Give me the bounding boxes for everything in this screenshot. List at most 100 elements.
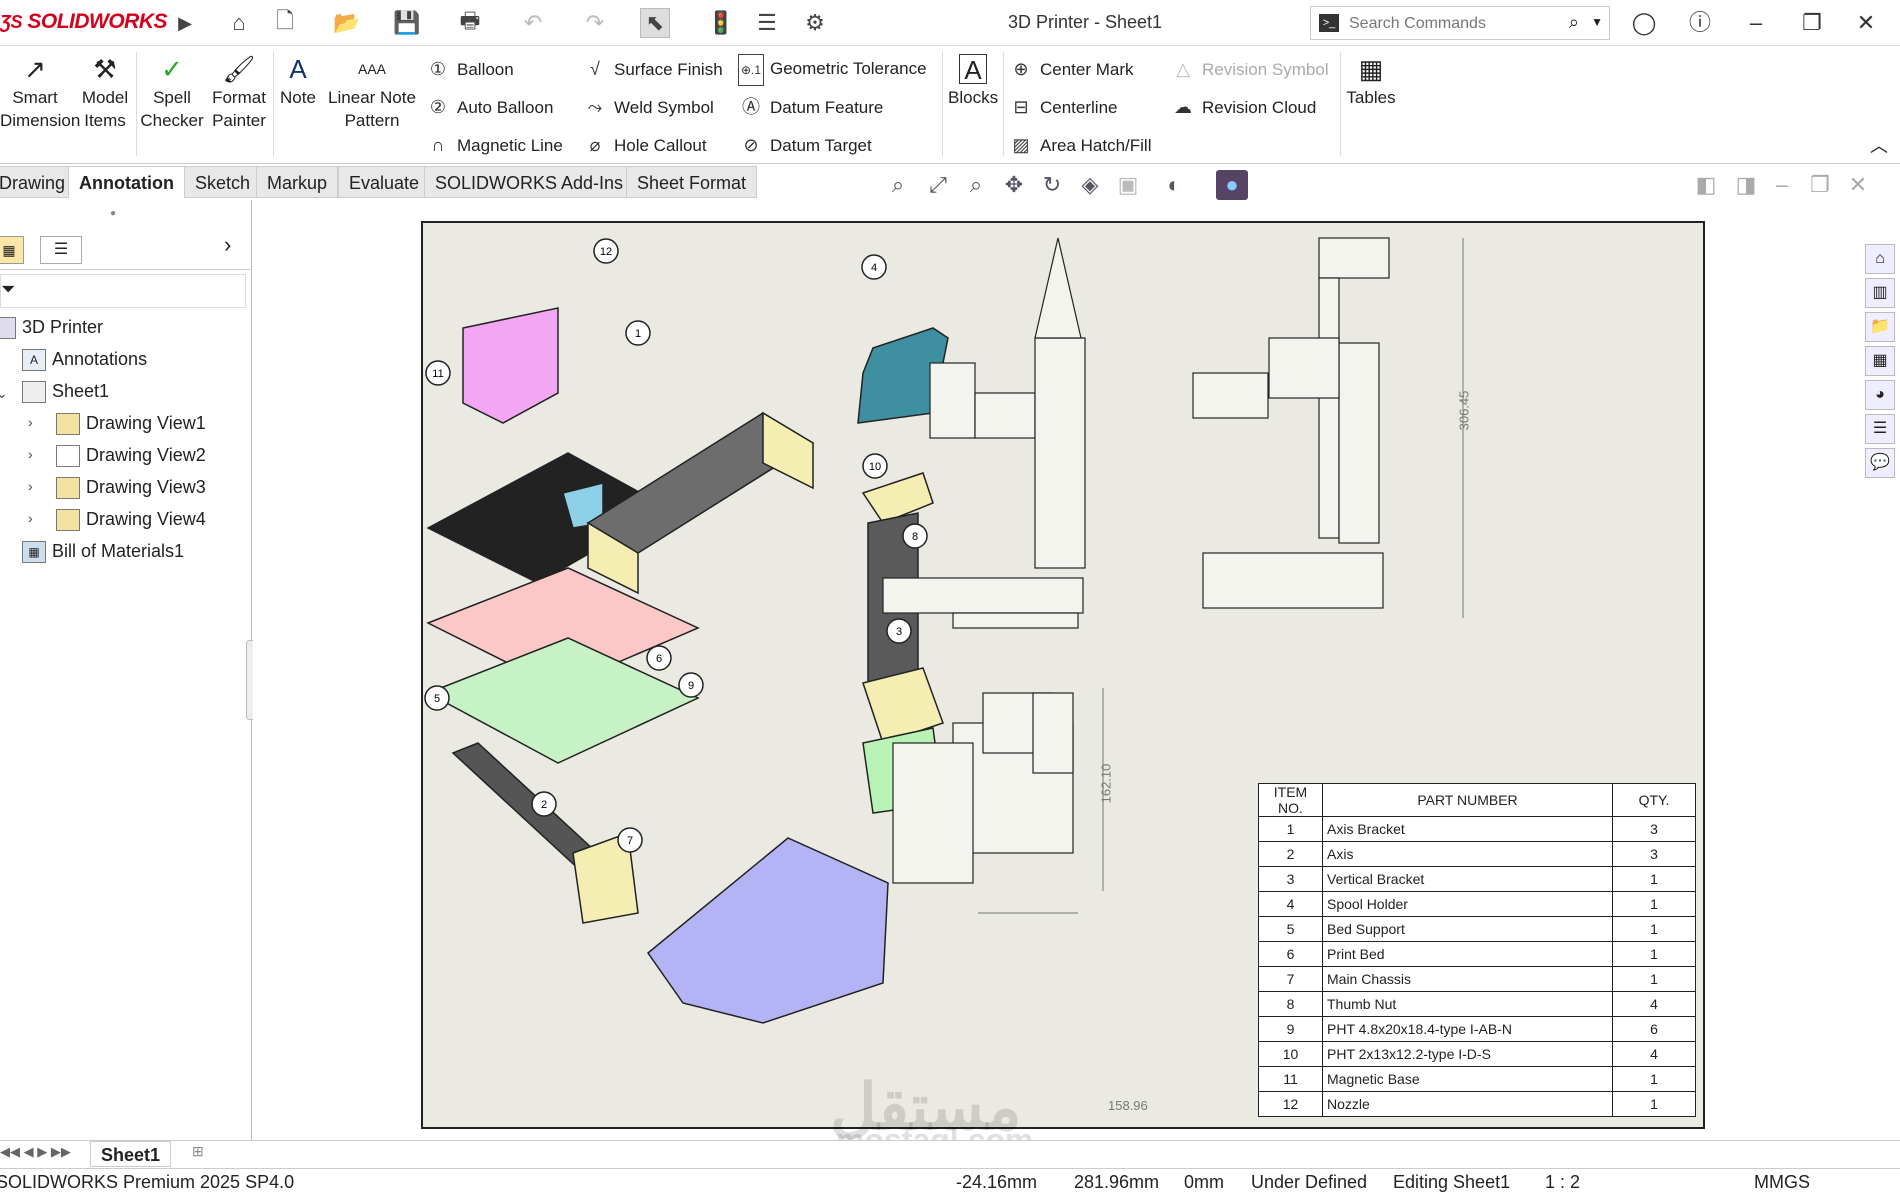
- linear-note-pattern-button[interactable]: AAA Linear Note Pattern: [322, 54, 422, 132]
- close-icon[interactable]: ✕: [1848, 6, 1884, 40]
- tab-drawing[interactable]: Drawing: [0, 166, 77, 198]
- table-row[interactable]: 6 Print Bed 1: [1258, 941, 1696, 967]
- feature-tree-tab-icon[interactable]: ▦: [0, 236, 24, 264]
- search-dropdown-icon[interactable]: ▼: [1591, 15, 1603, 29]
- datum-feature-button[interactable]: Ⓐ Datum Feature: [738, 92, 883, 122]
- tab-add-ins[interactable]: SOLIDWORKS Add-Ins: [424, 166, 635, 198]
- collapse-arrow-icon[interactable]: ⌄: [0, 385, 8, 402]
- table-row[interactable]: 2 Axis 3: [1258, 841, 1696, 867]
- forum-icon[interactable]: 💬: [1865, 448, 1895, 478]
- magnetic-line-button[interactable]: ∩ Magnetic Line: [425, 130, 563, 160]
- table-row[interactable]: 4 Spool Holder 1: [1258, 891, 1696, 917]
- tab-annotation[interactable]: Annotation: [68, 166, 185, 198]
- table-row[interactable]: 3 Vertical Bracket 1: [1258, 866, 1696, 892]
- save-icon[interactable]: 💾: [392, 8, 422, 38]
- file-explorer-icon[interactable]: 📁: [1865, 312, 1895, 342]
- balloon-button[interactable]: ① Balloon: [425, 54, 514, 84]
- bill-of-materials-table[interactable]: ITEM NO. PART NUMBER QTY. 1 Axis Bracket 3…: [1258, 783, 1696, 1117]
- table-row[interactable]: 9 PHT 4.8x20x18.4-type I-AB-N 6: [1258, 1016, 1696, 1042]
- new-document-icon[interactable]: 🗋: [270, 8, 300, 38]
- tree-root[interactable]: 3D Printer: [0, 312, 103, 342]
- table-row[interactable]: 12 Nozzle 1: [1258, 1091, 1696, 1117]
- expand-arrow-icon[interactable]: ›: [28, 446, 33, 462]
- tab-markup[interactable]: Markup: [256, 166, 339, 198]
- format-painter-button[interactable]: 🖌 Format Painter: [208, 54, 270, 132]
- hole-callout-button[interactable]: ⌀ Hole Callout: [582, 130, 707, 160]
- user-account-icon[interactable]: ◯: [1626, 6, 1662, 40]
- doc-restore-icon[interactable]: ❐: [1804, 170, 1836, 200]
- hide-show-icon[interactable]: ◐: [1158, 170, 1190, 200]
- smart-dimension-button[interactable]: ↗ Smart Dimension: [0, 54, 80, 132]
- search-commands-field[interactable]: >_ Search Commands ⌕ ▼: [1310, 6, 1610, 40]
- status-units[interactable]: MMGS: [1754, 1172, 1810, 1193]
- dimension-height-2[interactable]: 162.10: [1098, 764, 1113, 804]
- table-row[interactable]: 10 PHT 2x13x12.2-type I-D-S 4: [1258, 1041, 1696, 1067]
- tree-filter[interactable]: ⏷: [0, 274, 246, 308]
- status-scale[interactable]: 1 : 2: [1545, 1172, 1580, 1193]
- spell-checker-button[interactable]: ✓ Spell Checker: [138, 54, 206, 132]
- help-icon[interactable]: ⓘ: [1682, 6, 1718, 40]
- redo-icon[interactable]: ↷: [580, 8, 610, 38]
- expand-arrow-icon[interactable]: ›: [28, 478, 33, 494]
- property-manager-tab-icon[interactable]: ☰: [40, 236, 82, 264]
- datum-target-button[interactable]: ⊘ Datum Target: [738, 130, 871, 160]
- panel-expand-icon[interactable]: ›: [224, 232, 231, 258]
- revision-symbol-button[interactable]: △ Revision Symbol: [1170, 54, 1329, 84]
- home-icon[interactable]: ⌂: [224, 8, 254, 38]
- dimension-height[interactable]: 306.45: [1456, 391, 1471, 431]
- panel-grip-icon[interactable]: ●: [110, 208, 116, 219]
- tile-left-icon[interactable]: ◧: [1690, 170, 1722, 200]
- solidworks-logo[interactable]: ƷS SOLIDWORKS: [0, 10, 168, 34]
- appearances-icon[interactable]: ◕: [1865, 380, 1895, 410]
- tab-evaluate[interactable]: Evaluate: [338, 166, 431, 198]
- add-sheet-icon[interactable]: ⊞: [192, 1143, 204, 1160]
- table-row[interactable]: 8 Thumb Nut 4: [1258, 991, 1696, 1017]
- collapse-ribbon-icon[interactable]: ︿: [1870, 132, 1888, 158]
- table-row[interactable]: 7 Main Chassis 1: [1258, 966, 1696, 992]
- geometric-tolerance-button[interactable]: ⊕.1 Geometric Tolerance: [738, 54, 927, 86]
- restore-icon[interactable]: ❐: [1794, 6, 1830, 40]
- view-orientation-icon[interactable]: ▣: [1112, 170, 1144, 200]
- display-style-icon[interactable]: ◈: [1074, 170, 1106, 200]
- table-row[interactable]: 1 Axis Bracket 3: [1258, 816, 1696, 842]
- minimize-icon[interactable]: –: [1738, 6, 1774, 40]
- sheet-tab-sheet1[interactable]: Sheet1: [90, 1141, 172, 1167]
- tree-annotations[interactable]: A Annotations: [22, 344, 147, 374]
- dimension-width[interactable]: 158.96: [1108, 1098, 1148, 1113]
- tree-drawing-view-4[interactable]: Drawing View4: [56, 504, 206, 534]
- sheet-nav-icon[interactable]: ◀◀ ◀ ▶ ▶▶: [0, 1144, 71, 1160]
- zoom-previous-icon[interactable]: ⌕: [960, 170, 992, 200]
- tree-drawing-view-3[interactable]: Drawing View3: [56, 472, 206, 502]
- expand-arrow-icon[interactable]: ›: [28, 510, 33, 526]
- appearance-icon[interactable]: ●: [1216, 170, 1248, 200]
- search-icon[interactable]: ⌕: [1569, 12, 1579, 33]
- tree-sheet[interactable]: Sheet1: [22, 376, 109, 406]
- rotate-icon[interactable]: ↻: [1036, 170, 1068, 200]
- model-items-button[interactable]: ⚒ Model Items: [75, 54, 135, 132]
- doc-close-icon[interactable]: ✕: [1842, 170, 1874, 200]
- resources-home-icon[interactable]: ⌂: [1865, 244, 1895, 274]
- centerline-button[interactable]: ⊟ Centerline: [1008, 92, 1117, 122]
- undo-icon[interactable]: ↶: [518, 8, 548, 38]
- note-button[interactable]: A Note: [276, 54, 320, 109]
- options-gear-icon[interactable]: ⚙: [800, 8, 830, 38]
- blocks-button[interactable]: A Blocks: [948, 54, 998, 109]
- revision-cloud-button[interactable]: ☁ Revision Cloud: [1170, 92, 1316, 122]
- tree-bill-of-materials[interactable]: ▦ Bill of Materials1: [22, 536, 184, 566]
- view-palette-icon[interactable]: ▦: [1865, 346, 1895, 376]
- zoom-to-fit-icon[interactable]: ⌕: [882, 170, 914, 200]
- print-icon[interactable]: 🖶: [455, 8, 485, 38]
- center-mark-button[interactable]: ⊕ Center Mark: [1008, 54, 1133, 84]
- zoom-to-area-icon[interactable]: ⤢: [922, 170, 954, 200]
- tables-button[interactable]: ▦ Tables: [1346, 54, 1396, 109]
- tab-sketch[interactable]: Sketch: [184, 166, 262, 198]
- area-hatch-fill-button[interactable]: ▨ Area Hatch/Fill: [1008, 130, 1151, 160]
- rebuild-icon[interactable]: 🚦: [706, 8, 736, 38]
- surface-finish-button[interactable]: √ Surface Finish: [582, 54, 723, 84]
- table-row[interactable]: 5 Bed Support 1: [1258, 916, 1696, 942]
- auto-balloon-button[interactable]: ② Auto Balloon: [425, 92, 553, 122]
- tile-right-icon[interactable]: ◨: [1730, 170, 1762, 200]
- table-row[interactable]: 11 Magnetic Base 1: [1258, 1066, 1696, 1092]
- pan-icon[interactable]: ✥: [998, 170, 1030, 200]
- custom-properties-icon[interactable]: ☰: [1865, 414, 1895, 444]
